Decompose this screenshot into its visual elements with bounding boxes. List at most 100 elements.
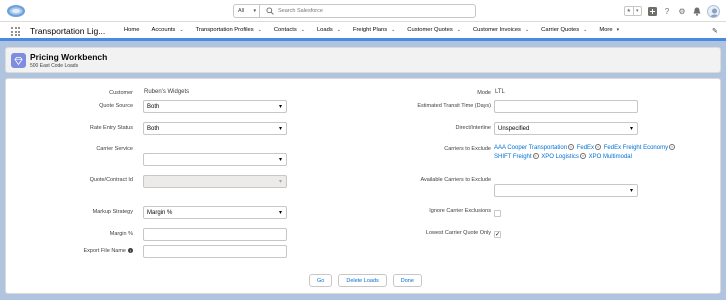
quote-source-label: Quote Source [99,103,133,109]
nav-item-label: Contacts [273,27,297,33]
estimated-transit-input[interactable] [494,100,638,113]
salesforce-cloud-logo[interactable] [6,3,26,18]
estimated-transit-label: Estimated Transit Time (Days) [417,103,491,109]
global-actions-icon[interactable] [647,6,657,16]
remove-icon[interactable]: × [579,153,586,160]
go-button[interactable]: Go [309,274,333,287]
markup-strategy-label: Markup Strategy [92,209,133,215]
markup-strategy-value: Margin % [147,210,173,216]
mode-label: Mode [477,90,491,96]
lowest-carrier-quote-label: Lowest Carrier Quote Only [425,230,491,236]
carrier-token[interactable]: FedEx × [576,144,602,151]
search-input[interactable] [278,6,468,16]
carrier-token[interactable]: XPO Logistics × [541,153,587,160]
app-name: Transportation Lig... [30,26,106,36]
nav-item-customer-invoices[interactable]: Customer Invoices ⌄ [467,22,535,38]
remove-icon[interactable]: × [532,153,539,160]
direct-interline-value: Unspecified [498,126,530,132]
pricing-form: Customer Ruben's Widgets Quote Source Bo… [5,78,721,294]
action-buttons: Go Delete Loads Done [309,274,422,287]
carrier-name: FedEx [576,145,595,151]
page-title: Pricing Workbench [30,52,108,62]
nav-item-carrier-quotes[interactable]: Carrier Quotes ⌄ [535,22,593,38]
chevron-down-icon[interactable]: ⌄ [301,27,305,33]
pencil-icon[interactable]: ✎ [712,27,720,35]
available-carriers-select[interactable]: ▾ [494,184,638,197]
carrier-service-select[interactable]: ▾ [143,153,287,166]
carrier-token[interactable]: XPO Multimodal [589,154,632,160]
carriers-to-exclude-list: AAA Cooper Transportation × FedEx × FedEx … [494,144,709,162]
carrier-name: AAA Cooper Transportation [494,145,568,151]
nav-item-home[interactable]: Home [118,22,145,38]
search-icon [266,7,274,15]
margin-input[interactable] [143,228,287,241]
carrier-token[interactable]: SHIFT Freight × [494,153,540,160]
chevron-down-icon[interactable]: ⌄ [337,27,341,33]
quote-source-select[interactable]: Both ▾ [143,100,287,113]
rate-entry-status-value: Both [147,126,160,132]
diamond-icon [11,53,26,68]
nav-item-label: Customer Quotes [407,27,453,33]
carrier-name: XPO Logistics [541,154,579,160]
nav-item-contacts[interactable]: Contacts ⌄ [268,22,311,38]
nav-item-accounts[interactable]: Accounts ⌄ [145,22,189,38]
page-subtitle: 500 East Code Loads [30,63,79,69]
nav-item-label: Loads [316,27,333,33]
remove-icon[interactable]: × [568,144,575,151]
app-launcher-icon[interactable] [11,27,20,36]
rate-entry-status-select[interactable]: Both ▾ [143,122,287,135]
gear-icon[interactable]: ⚙ [677,6,687,16]
nav-items: Home Accounts ⌄ Transportation Profiles ⌄ … [118,22,625,38]
search-scope-select[interactable]: All ▾ [234,5,260,17]
carrier-name: SHIFT Freight [494,154,532,160]
carrier-token[interactable]: AAA Cooper Transportation × [494,144,575,151]
nav-item-transportation-profiles[interactable]: Transportation Profiles ⌄ [190,22,268,38]
help-icon[interactable]: ? [662,6,672,16]
available-carriers-label: Available Carriers to Exclude [420,177,491,183]
chevron-down-icon[interactable]: ⌄ [457,27,461,33]
nav-item-freight-plans[interactable]: Freight Plans ⌄ [347,22,401,38]
mode-value: LTL [495,89,505,95]
done-button[interactable]: Done [392,274,422,287]
customer-label: Customer [109,90,133,96]
carrier-service-label: Carrier Service [96,146,133,152]
carrier-token[interactable]: FedEx Freight Economy × [604,144,676,151]
carrier-name: XPO Multimodal [588,154,632,160]
chevron-down-icon: ▾ [616,27,620,33]
lowest-carrier-quote-checkbox[interactable]: ✓ [494,231,501,238]
caret-down-icon: ▾ [278,179,282,185]
chevron-down-icon[interactable]: ⌄ [258,27,262,33]
caret-down-icon: ▾ [629,188,633,194]
nav-item-loads[interactable]: Loads ⌄ [311,22,347,38]
margin-label: Margin % [109,231,133,237]
app-nav-bar: Transportation Lig... Home Accounts ⌄ Tra… [0,22,726,41]
export-file-name-text: Export File Name [83,248,127,254]
nav-item-customer-quotes[interactable]: Customer Quotes ⌄ [401,22,467,38]
chevron-down-icon[interactable]: ⌄ [179,27,183,33]
chevron-down-icon[interactable]: ⌄ [525,27,529,33]
user-avatar[interactable] [707,4,720,18]
global-search: All ▾ [233,4,476,18]
page-header: Pricing Workbench 500 East Code Loads [5,47,721,73]
bell-icon[interactable] [692,6,702,16]
chevron-down-icon[interactable]: ⌄ [583,27,587,33]
ignore-carrier-exclusions-checkbox[interactable] [494,210,501,217]
checkmark-icon: ✓ [495,232,501,238]
markup-strategy-select[interactable]: Margin % ▾ [143,206,287,219]
search-scope-label: All [238,8,245,14]
caret-down-icon: ▾ [278,157,282,163]
remove-icon[interactable]: × [669,144,676,151]
remove-icon[interactable]: × [595,144,602,151]
nav-item-more[interactable]: More ▾ [593,22,625,38]
export-file-name-label: Export File Name i [83,248,133,254]
chevron-down-icon: ▾ [632,7,642,15]
favorites-button[interactable]: ★ ▾ [624,6,642,16]
nav-item-label: More [599,27,613,33]
quote-contract-id-select: ▾ [143,175,287,188]
direct-interline-label: Direct/Interline [455,125,491,131]
delete-loads-button[interactable]: Delete Loads [338,274,387,287]
export-file-name-input[interactable] [143,245,287,258]
chevron-down-icon[interactable]: ⌄ [391,27,395,33]
info-icon[interactable]: i [128,248,133,254]
direct-interline-select[interactable]: Unspecified ▾ [494,122,638,135]
